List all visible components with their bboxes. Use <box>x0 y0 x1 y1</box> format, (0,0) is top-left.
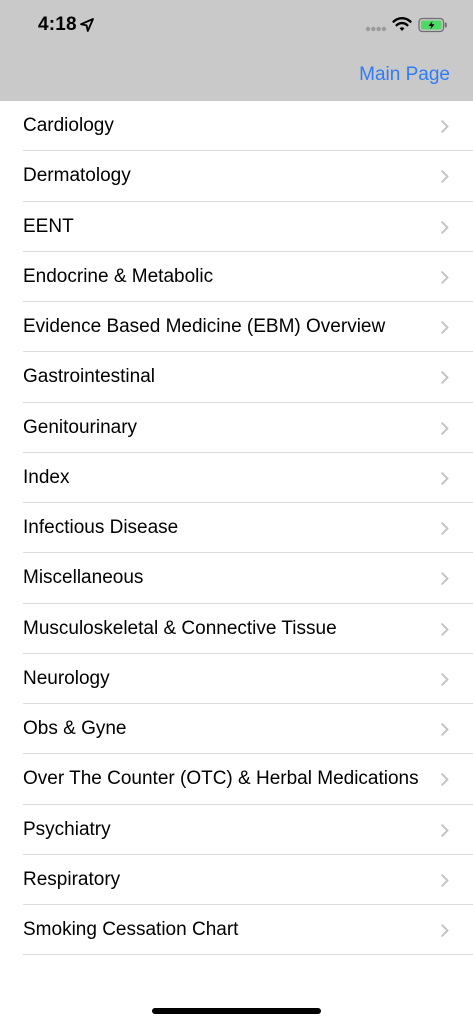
list-item[interactable]: Index <box>0 453 473 504</box>
list-item[interactable]: EENT <box>0 202 473 253</box>
chevron-right-icon <box>441 321 449 334</box>
chevron-right-icon <box>441 522 449 535</box>
list-item-label: Over The Counter (OTC) & Herbal Medicati… <box>23 768 419 790</box>
list-item[interactable]: Genitourinary <box>0 403 473 454</box>
wifi-icon <box>392 17 412 31</box>
status-time: 4:18 <box>38 14 77 35</box>
list-item-label: Evidence Based Medicine (EBM) Overview <box>23 316 386 337</box>
list-item[interactable]: Cardiology <box>0 101 473 152</box>
list-item[interactable]: Musculoskeletal & Connective Tissue <box>0 604 473 655</box>
chevron-right-icon <box>441 672 449 686</box>
topic-list: Cardiology Dermatology EENT Endocrine & Met… <box>0 101 473 956</box>
list-item[interactable]: Respiratory <box>0 855 473 906</box>
list-item[interactable]: Smoking Cessation Chart <box>0 905 473 956</box>
list-item-label: Respiratory <box>23 868 121 890</box>
list-item-label: Musculoskeletal & Connective Tissue <box>23 617 337 639</box>
list-item[interactable]: Miscellaneous <box>0 553 473 604</box>
list-item-label: Psychiatry <box>23 818 111 840</box>
list-item-label: EENT <box>23 215 74 237</box>
chevron-right-icon <box>441 773 449 787</box>
list-item[interactable]: Infectious Disease <box>0 503 473 554</box>
list-item-label: Gastrointestinal <box>23 366 156 388</box>
main-page-button[interactable]: Main Page <box>359 64 450 86</box>
list-item-label: Endocrine & Metabolic <box>23 265 214 287</box>
chevron-right-icon <box>441 723 449 736</box>
list-item[interactable]: Evidence Based Medicine (EBM) Overview <box>0 302 473 353</box>
list-item[interactable]: Obs & Gyne <box>0 704 473 755</box>
home-indicator[interactable] <box>152 1008 321 1014</box>
list-item-label: Neurology <box>23 667 110 689</box>
chevron-right-icon <box>441 873 449 887</box>
list-item-label: Smoking Cessation Chart <box>23 919 239 940</box>
chevron-right-icon <box>441 270 449 284</box>
battery-charging-icon <box>418 17 447 33</box>
chevron-right-icon <box>441 823 449 837</box>
chevron-right-icon <box>441 220 449 234</box>
chevron-right-icon <box>441 421 449 435</box>
list-item[interactable]: Neurology <box>0 654 473 705</box>
chevron-right-icon <box>441 120 449 133</box>
chevron-right-icon <box>441 572 449 586</box>
list-item[interactable]: Dermatology <box>0 151 473 202</box>
list-item-label: Obs & Gyne <box>23 718 127 739</box>
list-item[interactable]: Endocrine & Metabolic <box>0 252 473 303</box>
list-item-label: Index <box>23 466 70 488</box>
list-item-label: Miscellaneous <box>23 567 144 589</box>
chevron-right-icon <box>441 371 449 385</box>
list-item[interactable]: Over The Counter (OTC) & Herbal Medicati… <box>0 754 473 805</box>
chevron-right-icon <box>441 471 449 485</box>
chevron-right-icon <box>441 622 449 636</box>
chevron-right-icon <box>441 924 449 937</box>
list-item[interactable]: Gastrointestinal <box>0 352 473 403</box>
list-item-label: Infectious Disease <box>23 517 179 538</box>
list-item-label: Cardiology <box>23 115 114 136</box>
chevron-right-icon <box>441 170 449 184</box>
navigation-bar: 4:18 Main Page <box>0 0 473 101</box>
list-item[interactable]: Psychiatry <box>0 805 473 856</box>
location-arrow-icon <box>80 18 94 32</box>
cellular-signal-icon <box>365 26 387 32</box>
list-item-label: Genitourinary <box>23 416 138 438</box>
list-item-label: Dermatology <box>23 165 131 187</box>
